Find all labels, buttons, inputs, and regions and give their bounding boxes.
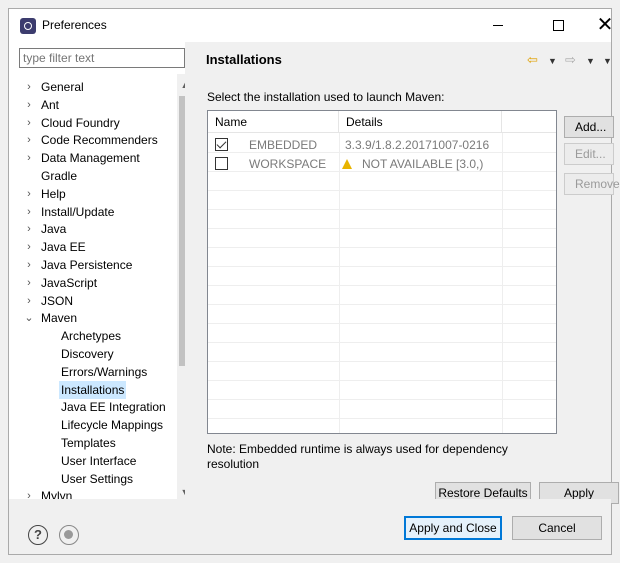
chevron-right-icon[interactable]: › (23, 256, 35, 274)
chevron-right-icon[interactable]: › (23, 114, 35, 132)
chevron-right-icon[interactable]: › (23, 78, 35, 96)
back-arrow-icon[interactable]: ⇦ (527, 52, 538, 68)
remove-button[interactable]: Remove (564, 173, 620, 195)
column-header-details[interactable]: Details (339, 111, 502, 133)
tree-item-label: Java EE (41, 240, 86, 255)
tree-item-label: Gradle (41, 169, 78, 183)
eclipse-app-icon (20, 18, 36, 34)
tree-item-label: Ant (41, 97, 60, 112)
row-divider (208, 342, 556, 343)
tree-item-label: Archetypes (61, 329, 122, 344)
column-divider (339, 133, 340, 433)
tree-item-label: Lifecycle Mappings (61, 418, 164, 433)
cancel-button[interactable]: Cancel (512, 516, 602, 540)
tree-item-label: JavaScript (41, 275, 98, 290)
chevron-right-icon[interactable]: › (23, 292, 35, 310)
row-divider (208, 418, 556, 419)
warning-icon (342, 159, 352, 169)
tree-item-label: Java (41, 222, 67, 237)
tree-item-label: Maven (41, 311, 78, 326)
page-title: Installations (206, 52, 282, 67)
forward-arrow-icon[interactable]: ⇨ (565, 52, 576, 68)
row-divider (208, 323, 556, 324)
row-divider (208, 380, 556, 381)
chevron-right-icon[interactable]: › (23, 238, 35, 256)
maximize-button[interactable] (536, 9, 580, 42)
tree-item-label: User Settings (61, 471, 134, 486)
row-divider (208, 266, 556, 267)
column-header-name[interactable]: Name (208, 111, 339, 133)
installation-details: NOT AVAILABLE [3.0,) (362, 157, 484, 171)
column-header-empty (502, 111, 556, 133)
installation-name[interactable]: EMBEDDED (249, 136, 317, 154)
chevron-right-icon[interactable]: › (23, 203, 35, 221)
chevron-right-icon[interactable]: › (23, 274, 35, 292)
chevron-right-icon[interactable]: › (23, 185, 35, 203)
preference-tree: ▲ ▼ › General › Ant › Cloud Foundry › Code Reco… (19, 74, 185, 501)
chevron-right-icon[interactable]: › (23, 220, 35, 238)
page-body: Select the installation used to launch M… (195, 80, 620, 504)
row-divider (208, 247, 556, 248)
forward-dropdown-icon[interactable]: ▼ (586, 56, 595, 66)
tree-item-label: Java Persistence (41, 258, 133, 272)
scroll-up-icon[interactable]: ▲ (177, 77, 185, 93)
tree-item-label: Install/Update (41, 204, 115, 219)
back-dropdown-icon[interactable]: ▼ (548, 56, 557, 66)
tree-item-label: Java EE Integration (61, 400, 166, 415)
prompt-label: Select the installation used to launch M… (207, 90, 445, 104)
column-divider (502, 133, 503, 433)
preferences-window: Preferences ✕ ▲ ▼ › General › Ant › Cloud Fou… (8, 8, 620, 555)
apply-and-close-button[interactable]: Apply and Close (404, 516, 502, 540)
tree-item-label: Discovery (61, 347, 114, 361)
tree-item-label: Data Management (41, 151, 140, 166)
record-macro-icon[interactable] (59, 525, 79, 545)
window-title: Preferences (42, 18, 107, 32)
filter-input[interactable] (19, 48, 185, 68)
tree-item-label: General (41, 80, 84, 94)
row-divider (208, 399, 556, 400)
tree-item-label: Templates (61, 436, 116, 450)
edit-button[interactable]: Edit... (564, 143, 614, 165)
chevron-right-icon[interactable]: › (23, 149, 35, 167)
tree-item-label: Code Recommenders (41, 133, 158, 148)
row-divider (208, 304, 556, 305)
tree-item-label: Installations (59, 380, 127, 399)
row-divider (208, 228, 556, 229)
note-text: Note: Embedded runtime is always used fo… (207, 442, 508, 471)
tree-item-label: Cloud Foundry (41, 115, 120, 130)
installation-checkbox[interactable] (215, 157, 228, 170)
minimize-button[interactable] (476, 9, 520, 42)
chevron-right-icon[interactable]: › (23, 96, 35, 114)
row-divider (208, 190, 556, 191)
chevron-right-icon[interactable]: › (23, 131, 35, 149)
add-button[interactable]: Add... (564, 116, 614, 138)
view-menu-icon[interactable]: ▼ (603, 56, 612, 66)
installations-table: Name Details EMBEDDED 3.3.9/1.8.2.2017100… (207, 110, 557, 434)
row-divider (208, 285, 556, 286)
tree-item-label: JSON (41, 293, 74, 308)
close-button[interactable]: ✕ (583, 9, 620, 42)
row-divider (208, 209, 556, 210)
scroll-down-icon[interactable]: ▼ (177, 484, 185, 500)
tree-item-label: Errors/Warnings (61, 364, 148, 379)
tree-item-label: User Interface (61, 453, 137, 468)
tree-scrollbar[interactable]: ▲ ▼ (177, 74, 185, 501)
title-bar: Preferences ✕ (9, 9, 613, 42)
installation-name[interactable]: WORKSPACE (249, 155, 326, 173)
page-header: Installations ⇦ ▼ ⇨ ▼ ▼ (195, 42, 612, 80)
chevron-down-icon[interactable]: ⌄ (23, 309, 35, 327)
row-divider (208, 361, 556, 362)
splitter[interactable] (185, 42, 195, 499)
help-icon[interactable]: ? (28, 525, 48, 545)
installation-details: 3.3.9/1.8.2.20171007-0216 (345, 138, 490, 152)
tree-item-label: Help (41, 186, 66, 201)
installation-checkbox[interactable] (215, 138, 228, 151)
